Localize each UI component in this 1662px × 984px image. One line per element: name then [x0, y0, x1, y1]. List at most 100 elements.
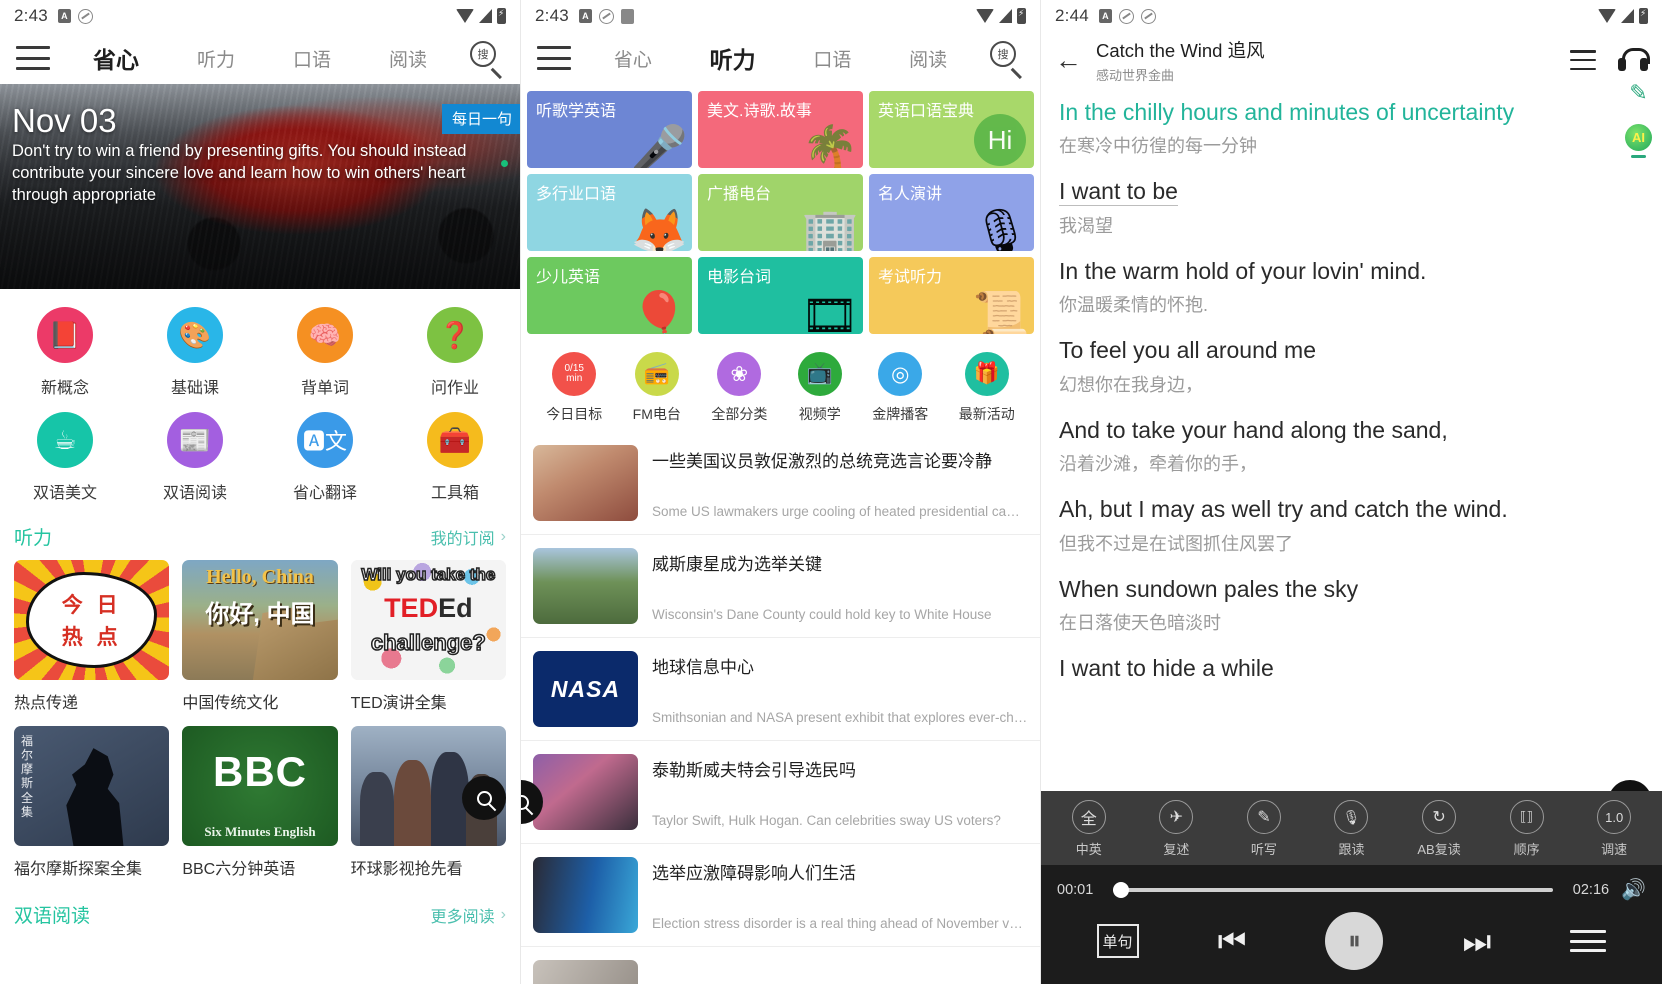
highlighter-pen-icon[interactable]: ✎	[1629, 80, 1647, 106]
grid-label: 双语美文	[32, 485, 97, 502]
kids-english-tile[interactable]: 少儿英语 🎈	[527, 257, 692, 334]
wifi-icon	[976, 9, 994, 23]
essays-poems-stories-tile[interactable]: 美文.诗歌.故事 🌴	[698, 91, 863, 168]
page-title: Catch the Wind 追风	[1096, 39, 1265, 61]
bilingual-reading-icon: 📰	[167, 412, 223, 468]
lyric-line[interactable]: I want to be 我渴望	[1059, 177, 1648, 237]
tab-shengxin[interactable]: 省心	[614, 45, 652, 72]
lyric-line[interactable]: And to take your hand along the sand, 沿着…	[1059, 416, 1648, 476]
grid-item-toolbox[interactable]: 🧰 工具箱	[390, 412, 520, 503]
card-caption: 热点传递	[14, 695, 79, 712]
lyric-line[interactable]: Ah, but I may as well try and catch the …	[1059, 495, 1648, 555]
industry-speaking-tile[interactable]: 多行业口语 🦊	[527, 174, 692, 251]
quick-latest-events[interactable]: 🎁 最新活动	[959, 352, 1015, 424]
list-item[interactable]: 一些美国议员敦促激烈的总统竞选言论要冷静 Some US lawmakers u…	[521, 432, 1040, 535]
section-title: 听力	[14, 528, 53, 549]
thumb-text: Will you take the	[361, 564, 496, 585]
lyric-line[interactable]: I want to hide a while	[1059, 654, 1648, 683]
famous-speech-tile[interactable]: 名人演讲 🎙	[869, 174, 1034, 251]
list-item[interactable]: 威斯康星成为选举关键 Wisconsin's Dane County could…	[521, 535, 1040, 638]
learn-by-songs-tile[interactable]: 听歌学英语 🎤	[527, 91, 692, 168]
playlist-icon[interactable]	[1570, 50, 1596, 70]
card-caption: BBC六分钟英语	[182, 861, 296, 878]
hamburger-icon[interactable]	[537, 46, 571, 70]
seek-slider[interactable]	[1113, 881, 1554, 898]
video-learning-icon: 📺	[797, 352, 842, 396]
grid-item-basic-course[interactable]: 🎨 基础课	[130, 307, 260, 398]
news-thumbnail	[533, 754, 638, 830]
bbc-thumb: BBC Six Minutes English	[182, 726, 338, 846]
panel-player: 2:44 A ← Catch the Wind 追风 感动世界金曲 In the…	[1040, 0, 1662, 984]
tab-speaking[interactable]: 口语	[293, 45, 331, 72]
search-icon[interactable]: 搜	[990, 41, 1024, 79]
menu-icon[interactable]	[1570, 930, 1607, 952]
lyric-line[interactable]: In the warm hold of your lovin' mind. 你温…	[1059, 257, 1648, 317]
panel-home: 2:43 A 省心 听力 口语 阅读 搜 Nov 03 Don't try to…	[0, 0, 520, 984]
grid-item-memorize-words[interactable]: 🧠 背单词	[260, 307, 390, 398]
more-reading-link[interactable]: 更多阅读	[431, 903, 495, 927]
lyric-line[interactable]: In the chilly hours and minutes of uncer…	[1059, 98, 1648, 158]
grid-item-new-concept[interactable]: 📕 新概念	[0, 307, 130, 398]
loop-mode-button[interactable]: 单句	[1096, 924, 1139, 958]
exam-listening-tile[interactable]: 考试听力 📜	[869, 257, 1034, 334]
quick-icon-grid: 📕 新概念 🎨 基础课 🧠 背单词 ❓ 问作业 ☕ 双语美文 📰 双语阅读 🅰文…	[0, 289, 520, 509]
follow-read-button[interactable]: 🎙 跟读	[1320, 800, 1382, 858]
grid-item-ask-homework[interactable]: ❓ 问作业	[390, 307, 520, 398]
tab-speaking[interactable]: 口语	[813, 45, 851, 72]
radio-station-tile[interactable]: 广播电台 🏢	[698, 174, 863, 251]
bilingual-toggle[interactable]: 全 中英	[1058, 800, 1120, 858]
ai-bulb-icon[interactable]: AI	[1625, 124, 1652, 158]
tab-reading[interactable]: 阅读	[389, 45, 427, 72]
tool-label: 听写	[1250, 842, 1277, 857]
tab-listening[interactable]: 听力	[197, 45, 235, 72]
hamburger-icon[interactable]	[16, 46, 50, 70]
tab-listening[interactable]: 听力	[710, 41, 756, 75]
back-arrow-icon[interactable]: ←	[1055, 46, 1082, 74]
building-icon: 🏢	[801, 206, 859, 251]
card-sherlock-holmes[interactable]: 福尔摩斯全集 福尔摩斯探案全集	[14, 726, 170, 879]
grid-item-translate[interactable]: 🅰文 省心翻译	[260, 412, 390, 503]
next-icon[interactable]: ⏭	[1463, 925, 1492, 957]
movie-lines-tile[interactable]: 电影台词 🎞	[698, 257, 863, 334]
retell-button[interactable]: ✈ 复述	[1145, 800, 1207, 858]
palm-tree-icon: 🌴	[801, 123, 859, 168]
ab-repeat-button[interactable]: ↻ AB复读	[1408, 800, 1470, 858]
card-bbc-six-minute[interactable]: BBC Six Minutes English BBC六分钟英语	[182, 726, 338, 879]
list-item[interactable]: 泰勒斯威夫特会引导选民吗 Taylor Swift, Hulk Hogan. C…	[521, 741, 1040, 844]
thumb-text: 福尔摩斯全集	[21, 734, 34, 819]
list-item[interactable]: NASA 地球信息中心 Smithsonian and NASA present…	[521, 638, 1040, 741]
card-hot-topic[interactable]: 今 日 热 点 热点传递	[14, 560, 170, 713]
lyric-line[interactable]: To feel you all around me 幻想你在我身边，	[1059, 336, 1648, 396]
quick-daily-goal[interactable]: 0/15 min 今日目标	[546, 352, 602, 424]
dictation-button[interactable]: ✎ 听写	[1233, 800, 1295, 858]
grid-label: 基础课	[170, 380, 219, 397]
quick-fm-radio[interactable]: 📻 FM电台	[633, 352, 681, 424]
quick-all-categories[interactable]: ❀ 全部分类	[711, 352, 767, 424]
headphone-icon[interactable]	[1618, 48, 1650, 72]
list-item[interactable]	[521, 947, 1040, 984]
card-ted-talks[interactable]: Will you take the TEDEd challenge? TED演讲…	[350, 560, 506, 713]
progress-bar-row: 00:01 02:16 🔊	[1041, 865, 1662, 906]
card-chinese-culture[interactable]: Hello, China 你好, 中国 中国传统文化	[182, 560, 338, 713]
lyric-line[interactable]: When sundown pales the sky 在日落使天色暗淡时	[1059, 575, 1648, 635]
speed-button[interactable]: 1.0 调速	[1583, 800, 1645, 858]
status-right-icons	[976, 8, 1026, 24]
pause-icon[interactable]: ⏸	[1325, 912, 1384, 970]
quick-podcast[interactable]: ◎ 金牌播客	[872, 352, 928, 424]
translate-icon: 🅰文	[297, 412, 353, 468]
search-icon[interactable]: 搜	[470, 41, 504, 79]
list-item[interactable]: 选举应激障碍影响人们生活 Election stress disorder is…	[521, 844, 1040, 947]
grid-item-bilingual-essay[interactable]: ☕ 双语美文	[0, 412, 130, 503]
previous-icon[interactable]: ⏮	[1218, 925, 1247, 957]
volume-icon[interactable]: 🔊	[1621, 877, 1646, 902]
daily-quote-hero[interactable]: Nov 03 Don't try to win a friend by pres…	[0, 84, 520, 289]
play-order-button[interactable]: ⟦⟧ 顺序	[1496, 800, 1558, 858]
quick-video-learning[interactable]: 📺 视频学	[797, 352, 842, 424]
grid-item-bilingual-reading[interactable]: 📰 双语阅读	[130, 412, 260, 503]
tab-shengxin[interactable]: 省心	[93, 41, 139, 75]
spoken-english-tile[interactable]: 英语口语宝典 Hi	[869, 91, 1034, 168]
search-fab-icon[interactable]	[462, 776, 506, 820]
tab-reading[interactable]: 阅读	[909, 45, 947, 72]
seek-knob[interactable]	[1113, 881, 1129, 898]
my-subscription-link[interactable]: 我的订阅	[431, 525, 495, 549]
